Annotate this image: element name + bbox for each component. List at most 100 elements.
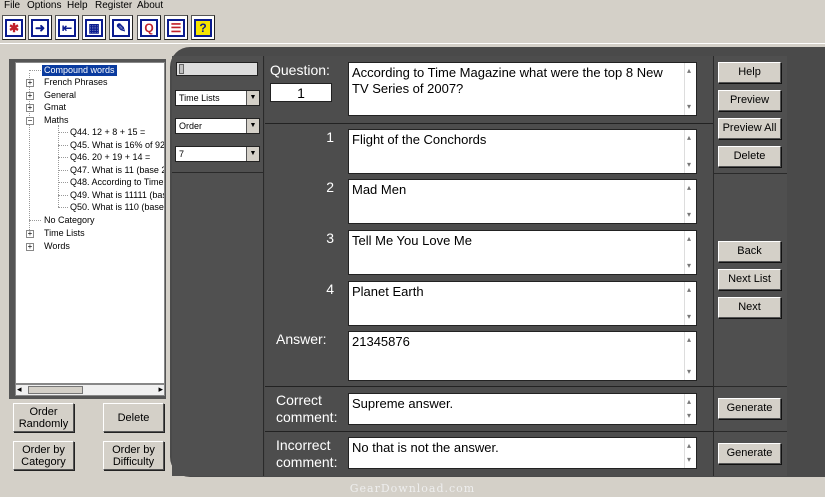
toolbar-button-help[interactable]: ?: [191, 15, 215, 40]
difficulty-slider[interactable]: [176, 62, 258, 76]
order-by-difficulty-button[interactable]: Order by Difficulty: [103, 441, 164, 470]
eraser-icon: ✎: [112, 18, 130, 37]
incorrect-comment-label: Incorrect comment:: [276, 437, 338, 470]
order-randomly-button[interactable]: Order Randomly: [13, 403, 74, 432]
textbox-scrollbar[interactable]: [684, 180, 696, 223]
generate-correct-button[interactable]: Generate: [718, 398, 781, 419]
menu-bar: File Options Help Register About: [0, 0, 825, 12]
textbox-scrollbar[interactable]: [684, 282, 696, 325]
menu-register[interactable]: Register: [95, 0, 132, 11]
textbox-scrollbar[interactable]: [684, 394, 696, 424]
action-divider: [713, 173, 787, 174]
correct-comment-field[interactable]: Supreme answer.: [348, 393, 697, 425]
help-button[interactable]: Help: [718, 62, 781, 83]
option-2-field[interactable]: Mad Men: [348, 179, 697, 224]
chevron-down-icon[interactable]: ▼: [246, 91, 259, 105]
scroll-left-icon[interactable]: ◂: [17, 384, 22, 395]
tree-question-item[interactable]: Q44. 12 + 8 + 15 =: [70, 127, 145, 138]
grid-icon: ▦: [85, 18, 103, 37]
action-divider: [713, 431, 787, 432]
textbox-scrollbar[interactable]: [684, 438, 696, 468]
tree-item-words[interactable]: Words: [44, 241, 70, 252]
next-button[interactable]: Next: [718, 297, 781, 318]
delete-button[interactable]: Delete: [718, 146, 781, 167]
generate-incorrect-button[interactable]: Generate: [718, 443, 781, 464]
tree-item-no-category[interactable]: No Category: [44, 215, 95, 226]
toolbar-button-grid[interactable]: ▦: [82, 15, 106, 40]
scroll-right-icon[interactable]: ▸: [158, 384, 163, 395]
count-select[interactable]: 7 ▼: [175, 146, 260, 162]
scroll-thumb[interactable]: [28, 386, 83, 394]
answer-field[interactable]: 21345876: [348, 331, 697, 381]
section-divider: [265, 431, 713, 432]
tree-item-general[interactable]: General: [44, 90, 76, 101]
action-divider: [713, 386, 787, 387]
expand-icon[interactable]: +: [26, 79, 34, 87]
expand-icon[interactable]: +: [26, 230, 34, 238]
question-number-field[interactable]: 1: [270, 83, 332, 102]
tree-question-item[interactable]: Q48. According to Time M: [70, 177, 164, 188]
toolbar-button-quiz[interactable]: Q: [137, 15, 161, 40]
tree-item-french-phrases[interactable]: French Phrases: [44, 77, 108, 88]
tree-question-item[interactable]: Q47. What is 11 (base 2: [70, 165, 164, 176]
option-number: 2: [326, 179, 334, 195]
collapse-icon[interactable]: −: [26, 117, 34, 125]
help-icon: ?: [194, 18, 212, 37]
tree-question-item[interactable]: Q50. What is 110 (base: [70, 202, 164, 213]
expand-icon[interactable]: +: [26, 92, 34, 100]
expand-icon[interactable]: +: [26, 104, 34, 112]
menu-about[interactable]: About: [137, 0, 163, 11]
next-list-button[interactable]: Next List: [718, 269, 781, 290]
toolbar-button-save[interactable]: ➜: [28, 15, 52, 40]
tree-horizontal-scrollbar[interactable]: ◂ ▸: [15, 384, 165, 396]
tree-item-compound-words[interactable]: Compound words: [42, 65, 117, 76]
toolbar-button-list[interactable]: ☰: [164, 15, 188, 40]
new-icon: ✱: [5, 18, 23, 37]
filter-divider: [172, 172, 264, 173]
textbox-scrollbar[interactable]: [684, 332, 696, 380]
order-by-category-button[interactable]: Order by Category: [13, 441, 74, 470]
quiz-icon: Q: [140, 18, 158, 37]
section-divider: [265, 386, 713, 387]
delete-question-button[interactable]: Delete: [103, 403, 164, 432]
expand-icon[interactable]: +: [26, 243, 34, 251]
section-divider: [265, 123, 713, 124]
tree-question-item[interactable]: Q49. What is 11111 (bas: [70, 190, 164, 201]
incorrect-comment-field[interactable]: No that is not the answer.: [348, 437, 697, 469]
tree-item-gmat[interactable]: Gmat: [44, 102, 66, 113]
option-number: 4: [326, 281, 334, 297]
textbox-scrollbar[interactable]: [684, 63, 696, 115]
menu-options[interactable]: Options: [27, 0, 61, 11]
option-4-field[interactable]: Planet Earth: [348, 281, 697, 326]
menu-help[interactable]: Help: [67, 0, 88, 11]
textbox-scrollbar[interactable]: [684, 231, 696, 274]
back-button[interactable]: Back: [718, 241, 781, 262]
option-1-field[interactable]: Flight of the Conchords: [348, 129, 697, 174]
question-label: Question:: [270, 62, 330, 78]
toolbar-button-open[interactable]: ⇤: [55, 15, 79, 40]
tree-item-maths[interactable]: Maths: [44, 115, 69, 126]
option-number: 1: [326, 129, 334, 145]
type-select[interactable]: Order ▼: [175, 118, 260, 134]
answer-label: Answer:: [276, 331, 327, 347]
textbox-scrollbar[interactable]: [684, 130, 696, 173]
tree-question-item[interactable]: Q46. 20 + 19 + 14 =: [70, 152, 150, 163]
open-icon: ⇤: [58, 18, 76, 37]
chevron-down-icon[interactable]: ▼: [246, 119, 259, 133]
list-select[interactable]: Time Lists ▼: [175, 90, 260, 106]
question-text-field[interactable]: According to Time Magazine what were the…: [348, 62, 697, 116]
menu-file[interactable]: File: [4, 0, 20, 11]
slider-knob[interactable]: [179, 64, 184, 74]
category-tree[interactable]: Compound words + French Phrases + Genera…: [15, 62, 165, 384]
chevron-down-icon[interactable]: ▼: [246, 147, 259, 161]
watermark: GearDownload.com: [349, 482, 476, 495]
preview-button[interactable]: Preview: [718, 90, 781, 111]
tree-question-item[interactable]: Q45. What is 16% of 92: [70, 140, 164, 151]
toolbar-button-new[interactable]: ✱: [2, 15, 26, 40]
tree-item-time-lists[interactable]: Time Lists: [44, 228, 85, 239]
toolbar-button-eraser[interactable]: ✎: [109, 15, 133, 40]
option-3-field[interactable]: Tell Me You Love Me: [348, 230, 697, 275]
preview-all-button[interactable]: Preview All: [718, 118, 781, 139]
correct-comment-label: Correct comment:: [276, 392, 338, 425]
save-icon: ➜: [31, 18, 49, 37]
